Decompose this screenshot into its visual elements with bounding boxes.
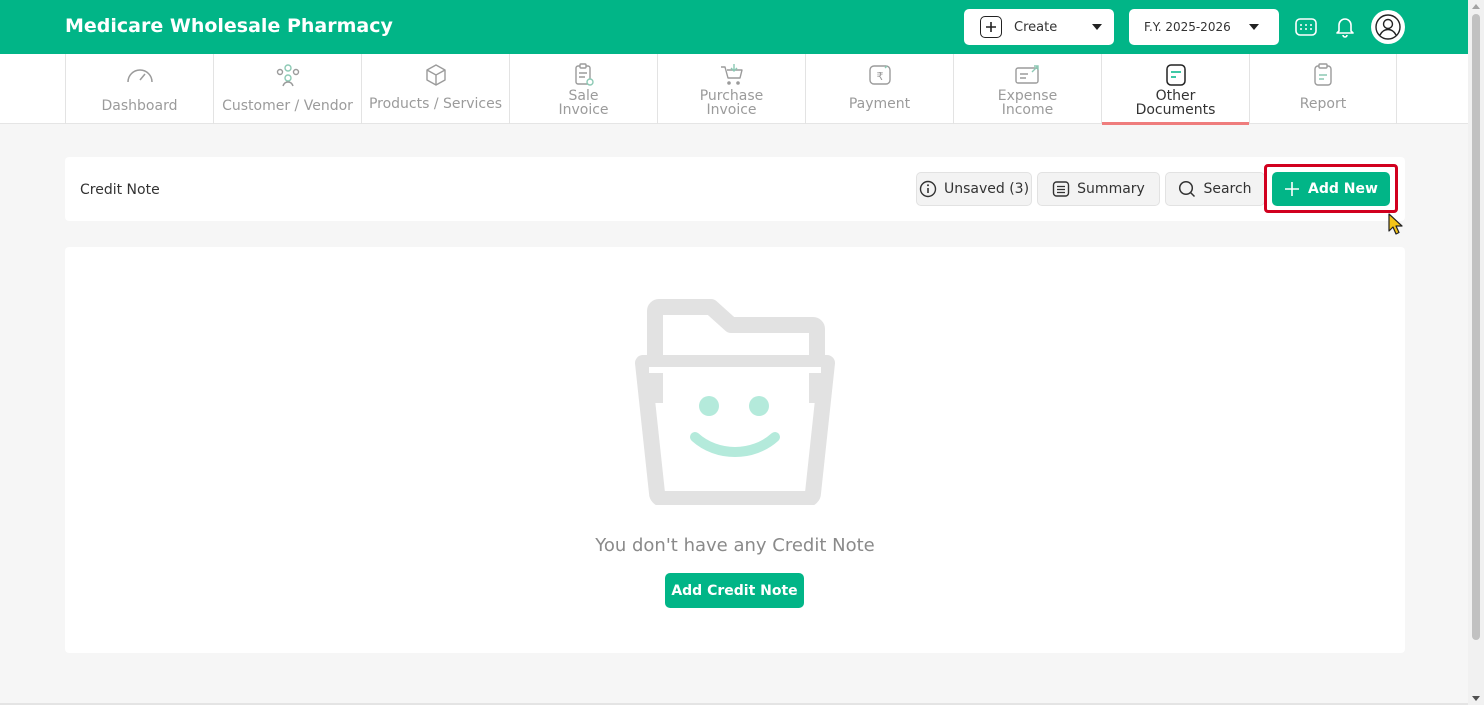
nav-purchase-invoice[interactable]: Purchase Invoice xyxy=(657,54,805,124)
nav-customer-vendor[interactable]: Customer / Vendor xyxy=(213,54,361,124)
page-scrollbar[interactable] xyxy=(1468,0,1484,705)
empty-folder-icon xyxy=(635,299,835,505)
bell-icon[interactable] xyxy=(1332,14,1358,40)
search-button[interactable]: Search xyxy=(1165,172,1265,206)
nav-dashboard[interactable]: Dashboard xyxy=(65,54,213,124)
nav-customer-vendor-label: Customer / Vendor xyxy=(222,98,353,114)
user-avatar[interactable] xyxy=(1371,10,1405,44)
credit-note-toolbar: Credit Note Unsaved (3) Summary Search A… xyxy=(65,157,1405,221)
gauge-icon xyxy=(126,63,154,87)
add-new-label: Add New xyxy=(1308,181,1378,197)
fiscal-year-label: F.Y. 2025-2026 xyxy=(1144,20,1231,34)
scrollbar-thumb[interactable] xyxy=(1472,14,1480,640)
top-header: Medicare Wholesale Pharmacy Create F.Y. … xyxy=(0,0,1468,54)
nav-dashboard-label: Dashboard xyxy=(101,98,178,114)
scroll-down-arrow-icon[interactable] xyxy=(1472,696,1480,701)
chevron-down-icon xyxy=(1249,24,1259,30)
users-icon xyxy=(275,63,301,87)
nav-report[interactable]: Report xyxy=(1249,54,1397,124)
add-credit-note-button[interactable]: Add Credit Note xyxy=(665,573,804,608)
nav-expense-income-line2: Income xyxy=(1001,102,1054,118)
main-nav: Dashboard Customer / Vendor Products / S… xyxy=(0,54,1468,125)
expense-icon xyxy=(1014,63,1042,87)
summary-button[interactable]: Summary xyxy=(1037,172,1160,206)
fiscal-year-dropdown[interactable]: F.Y. 2025-2026 xyxy=(1129,9,1279,45)
nav-sale-invoice-line2: Invoice xyxy=(558,102,609,118)
nav-report-label: Report xyxy=(1299,96,1347,112)
summary-label: Summary xyxy=(1077,181,1145,197)
nav-sale-invoice-line1: Sale xyxy=(568,88,599,104)
search-icon xyxy=(1179,180,1196,198)
cart-icon xyxy=(719,63,745,87)
info-icon xyxy=(919,180,937,198)
nav-expense-income[interactable]: Expense Income xyxy=(953,54,1101,124)
nav-sale-invoice[interactable]: Sale Invoice xyxy=(509,54,657,124)
calculator-icon[interactable] xyxy=(1293,14,1319,40)
chevron-down-icon xyxy=(1092,24,1102,30)
create-dropdown[interactable]: Create xyxy=(964,9,1114,45)
nav-products-services[interactable]: Products / Services xyxy=(361,54,509,124)
invoice-icon xyxy=(573,63,595,87)
empty-state-card: You don't have any Credit Note Add Credi… xyxy=(65,247,1405,653)
nav-payment-label: Payment xyxy=(848,96,911,112)
nav-other-documents[interactable]: Other Documents xyxy=(1101,54,1249,125)
list-icon xyxy=(1052,181,1070,197)
mouse-cursor-icon xyxy=(1388,213,1403,235)
unsaved-label: Unsaved (3) xyxy=(943,181,1030,197)
page-title: Credit Note xyxy=(80,182,160,198)
nav-other-documents-line2: Documents xyxy=(1135,102,1216,118)
rupee-icon: ₹ xyxy=(868,63,892,87)
nav-purchase-invoice-line2: Invoice xyxy=(706,102,757,118)
plus-icon xyxy=(1285,182,1300,196)
clipboard-icon xyxy=(1312,63,1334,87)
nav-other-documents-line1: Other xyxy=(1155,88,1196,104)
empty-message: You don't have any Credit Note xyxy=(595,535,875,556)
add-new-button[interactable]: Add New xyxy=(1272,172,1390,206)
nav-purchase-invoice-line1: Purchase xyxy=(699,88,764,104)
nav-expense-income-line1: Expense xyxy=(997,88,1058,104)
create-label: Create xyxy=(1014,19,1058,35)
search-label: Search xyxy=(1203,181,1252,197)
nav-payment[interactable]: ₹ Payment xyxy=(805,54,953,124)
box-icon xyxy=(424,63,448,87)
nav-products-services-label: Products / Services xyxy=(368,96,503,112)
unsaved-button[interactable]: Unsaved (3) xyxy=(916,172,1032,206)
app-title: Medicare Wholesale Pharmacy xyxy=(65,15,393,37)
svg-text:₹: ₹ xyxy=(876,70,883,83)
document-icon xyxy=(1165,63,1187,87)
plus-icon xyxy=(980,16,1002,38)
user-icon xyxy=(1375,14,1401,40)
scroll-up-arrow-icon[interactable] xyxy=(1472,4,1480,9)
